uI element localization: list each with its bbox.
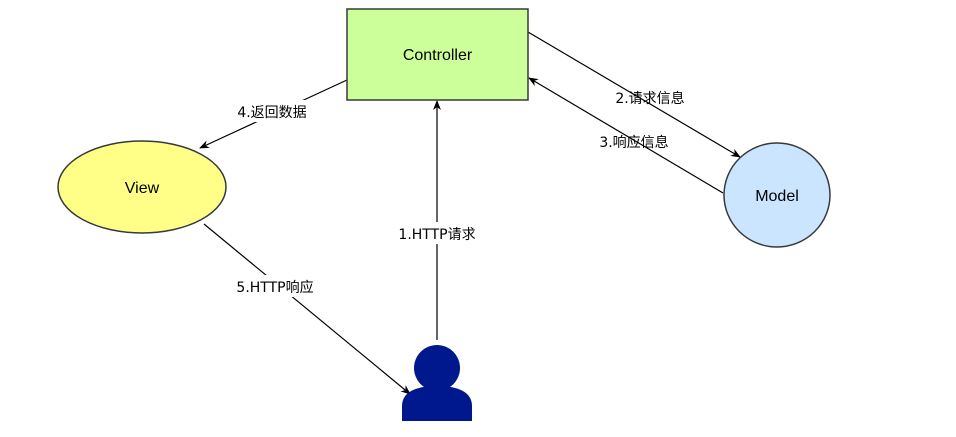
model-label: Model [755,188,799,205]
user-icon[interactable] [402,345,472,421]
mvc-diagram: Controller View Model 1.HTTP请求 2.请求信息 3.… [57,8,831,421]
http-response-label: 5.HTTP响应 [236,279,313,296]
controller-label: Controller [403,47,473,64]
label-http-response: 5.HTTP响应 [226,275,324,297]
label-return-data: 4.返回数据 [228,100,316,122]
model-node[interactable]: Model [723,142,831,248]
return-data-label: 4.返回数据 [237,105,306,121]
view-label: View [125,180,160,197]
edge-http-response [203,223,411,395]
response-info-label: 3.响应信息 [599,134,668,151]
label-response-info: 3.响应信息 [599,134,668,151]
controller-node[interactable]: Controller [346,8,529,101]
label-http-request: 1.HTTP请求 [390,222,484,244]
view-node[interactable]: View [57,140,227,234]
http-request-label: 1.HTTP请求 [398,227,475,243]
label-request-info: 2.请求信息 [615,90,684,107]
request-info-label: 2.请求信息 [615,90,684,107]
